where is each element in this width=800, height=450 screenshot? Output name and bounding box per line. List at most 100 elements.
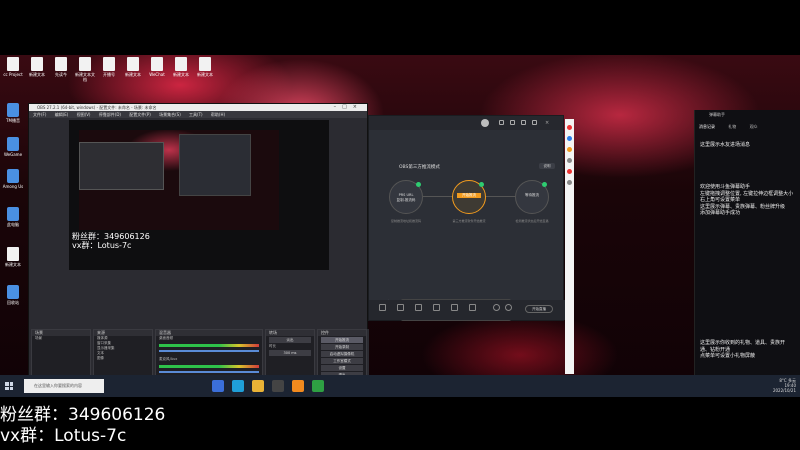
desktop-icon[interactable]: 新建文本 xyxy=(26,57,48,77)
audio-meter xyxy=(159,344,259,347)
scene-item[interactable]: 场景 xyxy=(32,336,90,341)
file-icon xyxy=(7,247,19,261)
desktop-icon[interactable]: 回收站 xyxy=(2,285,24,305)
taskbar-app-edge[interactable] xyxy=(232,380,244,392)
desktop-icon[interactable]: WeChat xyxy=(146,57,168,77)
desktop-icon-label: cc Project xyxy=(3,72,23,77)
volume-slider[interactable] xyxy=(159,371,259,373)
mode-help-badge[interactable]: 说明 xyxy=(539,163,555,169)
start-live-button[interactable]: 开始直播 xyxy=(525,305,553,313)
tab-gifts[interactable]: 礼物 xyxy=(728,124,736,129)
settings-button[interactable]: 设置 xyxy=(321,365,363,371)
tab-viewers[interactable]: 观众 xyxy=(750,124,758,129)
tool-icon[interactable] xyxy=(510,120,515,125)
mic-icon[interactable] xyxy=(493,304,500,311)
desktop-icon-label: TM播音 xyxy=(6,118,20,123)
stream-overlay-text: 粉丝群：349606126 vx群：Lotus-7c xyxy=(0,405,400,447)
menu-edit[interactable]: 编辑(E) xyxy=(55,112,69,117)
taskbar-app-douyu[interactable] xyxy=(292,380,304,392)
desktop-icon[interactable]: 此电脑 xyxy=(2,207,24,227)
close-icon[interactable]: × xyxy=(545,120,550,126)
step-connector xyxy=(423,196,453,197)
tool-icon[interactable] xyxy=(451,304,458,311)
step-connector xyxy=(485,196,515,197)
duration-input[interactable]: 300 ms xyxy=(269,350,311,356)
chat-message: 这里展示水友进场消息 xyxy=(700,142,751,148)
menu-docks[interactable]: 停靠部件(D) xyxy=(99,112,121,117)
tool-icon[interactable] xyxy=(433,304,440,311)
preview-wechat: vx群：Lotus-7c xyxy=(72,241,132,250)
menu-profile[interactable]: 配置文件(P) xyxy=(129,112,151,117)
step-wait-stream[interactable]: 等待推流 xyxy=(515,180,549,214)
tool-icon[interactable] xyxy=(499,120,504,125)
source-item[interactable]: 图像 xyxy=(94,356,152,361)
desktop-icon-label: WeGame xyxy=(3,152,23,157)
gear-icon[interactable] xyxy=(532,120,537,125)
live-helper-window[interactable]: × OBS第三方推流模式 说明 PRS URL 复制-推流码 开始推流 等待推流… xyxy=(368,115,565,321)
menu-help[interactable]: 帮助(H) xyxy=(211,112,225,117)
taskbar-app-explorer[interactable] xyxy=(212,380,224,392)
desktop-icon[interactable]: 新建文本文档 xyxy=(74,57,96,82)
desktop-icon[interactable]: 新建文本 xyxy=(194,57,216,77)
transitions-dock-title: 转场 xyxy=(266,330,314,336)
taskbar-app-wechat[interactable] xyxy=(312,380,324,392)
obs-preview[interactable]: 粉丝群：349606126 vx群：Lotus-7c xyxy=(69,120,329,270)
start-recording-button[interactable]: 开始录制 xyxy=(321,344,363,350)
menu-tools[interactable]: 工具(T) xyxy=(189,112,203,117)
windows-start-icon[interactable] xyxy=(5,382,13,390)
app-icon[interactable] xyxy=(567,180,572,185)
danmaku-helper-panel[interactable]: 弹幕助手 消息记录 礼物 观众 这里展示水友进场消息 欢迎使用斗鱼弹幕助手 左键… xyxy=(694,110,800,397)
tool-icon[interactable] xyxy=(379,304,386,311)
preview-overlay-text: 粉丝群：349606126 vx群：Lotus-7c xyxy=(72,232,150,250)
step-start-stream[interactable]: 开始推流 xyxy=(452,180,486,214)
taskbar-search[interactable]: 在这里输入你要搜索的内容 xyxy=(24,379,104,393)
menu-file[interactable]: 文件(F) xyxy=(33,112,46,117)
desktop-icon[interactable]: 先读今 xyxy=(50,57,72,77)
desktop-icon[interactable]: TM播音 xyxy=(2,103,24,123)
app-icon[interactable] xyxy=(567,125,572,130)
step-copy-url[interactable]: PRS URL 复制-推流码 xyxy=(389,180,423,214)
desktop-icon[interactable]: cc Project xyxy=(2,57,24,77)
tool-icon[interactable] xyxy=(397,304,404,311)
file-icon xyxy=(175,57,187,71)
desktop-icon[interactable]: Among Us xyxy=(2,169,24,189)
app-icon[interactable] xyxy=(567,169,572,174)
window-controls[interactable]: –□× xyxy=(334,104,363,111)
obs-window[interactable]: OBS 27.2.1 (64-bit, windows) - 配置文件: 未命名… xyxy=(28,103,369,395)
danmaku-title: 弹幕助手 xyxy=(709,112,725,117)
menu-scene-collection[interactable]: 场景集合(S) xyxy=(159,112,181,117)
obs-title-bar[interactable]: OBS 27.2.1 (64-bit, windows) - 配置文件: 未命名… xyxy=(29,104,367,111)
desktop-icon[interactable]: 开播号 xyxy=(98,57,120,77)
desktop-icon[interactable]: 新建文本 xyxy=(122,57,144,77)
volume-slider[interactable] xyxy=(159,350,259,352)
taskbar-app-obs[interactable] xyxy=(272,380,284,392)
app-icon[interactable] xyxy=(567,158,572,163)
transition-select[interactable]: 淡出 xyxy=(269,337,311,343)
app-icon[interactable] xyxy=(567,147,572,152)
desktop-icon[interactable]: 新建文本 xyxy=(2,247,24,267)
desktop-icon-label: 回收站 xyxy=(7,300,19,305)
taskbar-app-chrome[interactable] xyxy=(252,380,264,392)
app-icon[interactable] xyxy=(567,136,572,141)
speaker-icon[interactable] xyxy=(469,304,476,311)
studio-mode-button[interactable]: 工作室模式 xyxy=(321,358,363,364)
check-icon xyxy=(479,182,484,187)
desktop: cc Project 新建文本 先读今 新建文本文档 开播号 新建文本 WeChat 新建文本… xyxy=(0,55,800,397)
mail-icon[interactable] xyxy=(521,120,526,125)
menu-view[interactable]: 视图(V) xyxy=(77,112,91,117)
step-sub: 复制-推流码 xyxy=(396,198,416,202)
start-streaming-button[interactable]: 开始推流 xyxy=(321,337,363,343)
desktop-icon[interactable]: WeGame xyxy=(2,137,24,157)
system-tray[interactable]: 8°C 多云 19:40 2022/10/21 xyxy=(773,378,796,393)
app-icon xyxy=(7,285,19,299)
app-icon xyxy=(7,207,19,221)
desktop-icon[interactable]: 新建文本 xyxy=(170,57,192,77)
preview-obs-window xyxy=(79,142,164,190)
refresh-icon[interactable] xyxy=(505,304,512,311)
tab-messages[interactable]: 消息记录 xyxy=(699,124,715,129)
tool-icon[interactable] xyxy=(415,304,422,311)
avatar[interactable] xyxy=(481,119,489,127)
step-note: 复制推流地址和推流码 xyxy=(390,219,421,223)
desktop-icon-label: Among Us xyxy=(2,184,24,189)
virtual-camera-button[interactable]: 启动虚拟摄像机 xyxy=(321,351,363,357)
